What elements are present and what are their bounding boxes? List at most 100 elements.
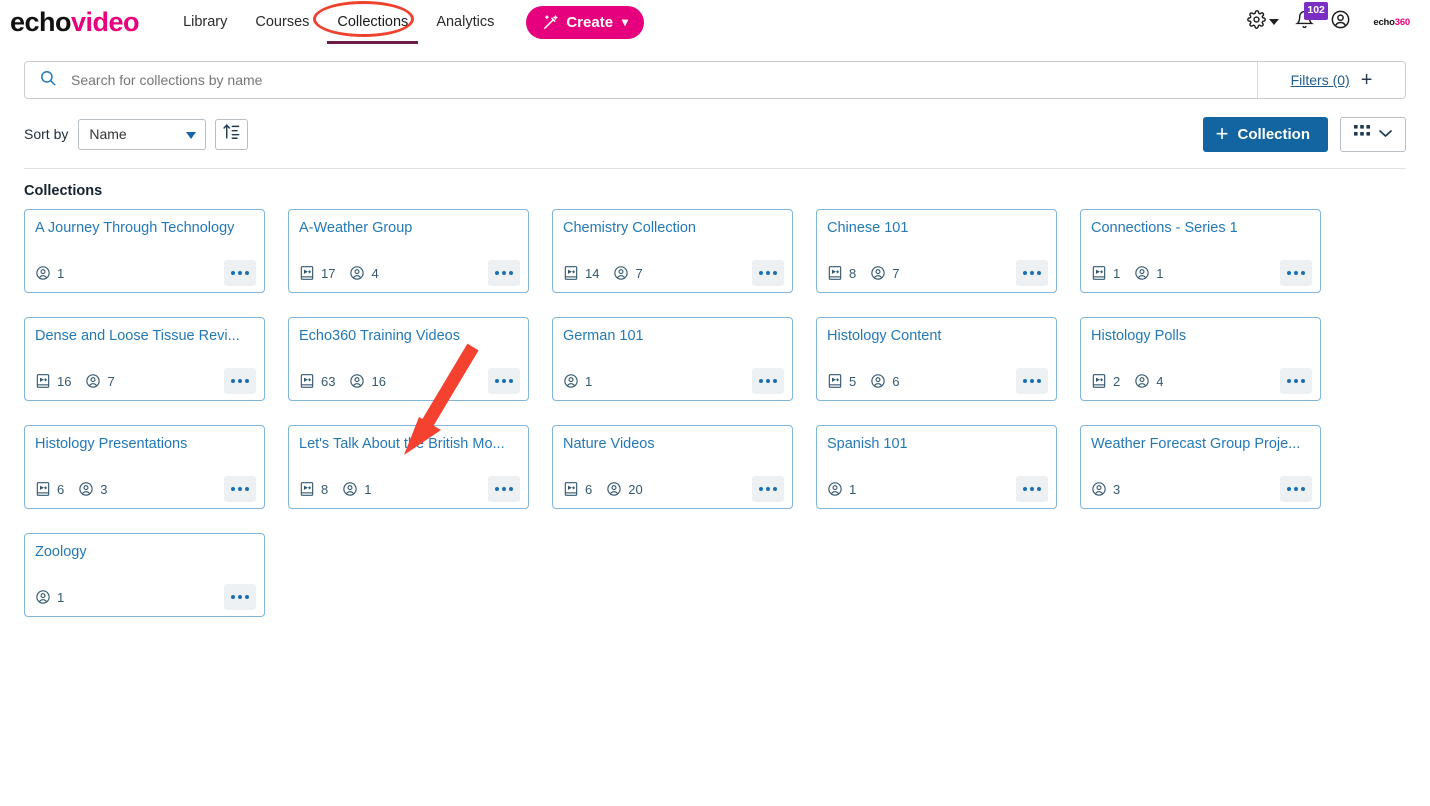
- collection-card-title[interactable]: Dense and Loose Tissue Revi...: [35, 328, 256, 345]
- collection-card[interactable]: Chinese 101 8 7: [816, 209, 1057, 293]
- media-icon: [35, 373, 51, 389]
- filters-label: Filters (0): [1290, 72, 1350, 88]
- people-count-value: 1: [57, 265, 65, 281]
- collection-card-more-button[interactable]: [224, 584, 256, 610]
- search-input[interactable]: [69, 71, 1243, 89]
- media-count-value: 16: [57, 373, 72, 389]
- collection-card-footer: 8 1: [299, 476, 520, 502]
- collection-card[interactable]: Let's Talk About the British Mo... 8 1: [288, 425, 529, 509]
- nav-item-collections[interactable]: Collections: [323, 8, 422, 44]
- media-icon: [827, 265, 843, 281]
- collection-card[interactable]: Dense and Loose Tissue Revi... 16 7: [24, 317, 265, 401]
- chevron-down-icon: [186, 131, 197, 139]
- collection-card[interactable]: Spanish 101 1: [816, 425, 1057, 509]
- people-count-value: 1: [364, 481, 372, 497]
- nav-item-analytics[interactable]: Analytics: [422, 8, 508, 36]
- person-icon: [349, 373, 365, 389]
- page-title: Collections: [24, 183, 103, 199]
- collection-card-title[interactable]: A Journey Through Technology: [35, 220, 256, 237]
- collection-card-more-button[interactable]: [1016, 260, 1048, 286]
- collection-card[interactable]: Histology Content 5 6: [816, 317, 1057, 401]
- collection-card-more-button[interactable]: [1016, 368, 1048, 394]
- media-count-value: 6: [585, 481, 593, 497]
- collection-card-more-button[interactable]: [488, 476, 520, 502]
- collection-card-more-button[interactable]: [1016, 476, 1048, 502]
- collection-card[interactable]: Histology Presentations 6 3: [24, 425, 265, 509]
- collection-card-title[interactable]: Chemistry Collection: [563, 220, 784, 237]
- people-count-stat: 6: [870, 373, 899, 389]
- media-count-stat: 63: [299, 373, 335, 389]
- collection-card-footer: 1: [563, 368, 784, 394]
- collection-card-more-button[interactable]: [488, 260, 520, 286]
- collection-card-footer: 63 16: [299, 368, 520, 394]
- nav-item-library[interactable]: Library: [169, 8, 241, 36]
- settings-menu-button[interactable]: [1247, 10, 1280, 34]
- collection-card-more-button[interactable]: [752, 260, 784, 286]
- chevron-down-icon: ▾: [622, 15, 629, 29]
- echovideo-logo[interactable]: echovideo: [10, 6, 140, 37]
- collection-card-title[interactable]: German 101: [563, 328, 784, 345]
- grid-view-icon: [1354, 124, 1372, 144]
- add-collection-button[interactable]: + Collection: [1202, 116, 1328, 152]
- collection-card-footer: 1: [35, 584, 256, 610]
- collection-card-more-button[interactable]: [224, 260, 256, 286]
- person-icon: [85, 373, 101, 389]
- collection-card-title[interactable]: Chinese 101: [827, 220, 1048, 237]
- notifications-button[interactable]: 102: [1295, 2, 1328, 34]
- collection-card[interactable]: A-Weather Group 17 4: [288, 209, 529, 293]
- collection-card[interactable]: Chemistry Collection 14 7: [552, 209, 793, 293]
- plus-icon: +: [1360, 69, 1373, 91]
- sort-direction-button[interactable]: [215, 118, 249, 150]
- collection-card[interactable]: German 101 1: [552, 317, 793, 401]
- collection-card[interactable]: Zoology 1: [24, 533, 265, 617]
- collection-card-more-button[interactable]: [224, 368, 256, 394]
- collection-card-footer: 8 7: [827, 260, 1048, 286]
- collection-card-title[interactable]: Echo360 Training Videos: [299, 328, 520, 345]
- people-count-value: 4: [1156, 373, 1164, 389]
- filters-button[interactable]: Filters (0) +: [1257, 62, 1405, 98]
- sort-by-select[interactable]: Name: [78, 118, 207, 150]
- collection-card[interactable]: A Journey Through Technology 1: [24, 209, 265, 293]
- collection-card-footer: 14 7: [563, 260, 784, 286]
- collection-card-title[interactable]: Zoology: [35, 544, 256, 561]
- media-count-value: 2: [1113, 373, 1121, 389]
- collection-card-title[interactable]: Histology Presentations: [35, 436, 256, 453]
- collection-card[interactable]: Histology Polls 2 4: [1080, 317, 1321, 401]
- media-count-stat: 8: [299, 481, 328, 497]
- collection-card-footer: 6 3: [35, 476, 256, 502]
- collection-card-more-button[interactable]: [1280, 260, 1312, 286]
- logo-video-text: video: [71, 6, 140, 37]
- collection-card-title[interactable]: Nature Videos: [563, 436, 784, 453]
- collection-card[interactable]: Weather Forecast Group Proje... 3: [1080, 425, 1321, 509]
- collection-card-title[interactable]: Weather Forecast Group Proje...: [1091, 436, 1312, 453]
- collection-card-title[interactable]: Let's Talk About the British Mo...: [299, 436, 520, 453]
- create-button[interactable]: Create ▾: [526, 5, 645, 39]
- nav-item-courses[interactable]: Courses: [241, 8, 323, 36]
- collection-card[interactable]: Connections - Series 1 1 1: [1080, 209, 1321, 293]
- collection-card-more-button[interactable]: [1280, 476, 1312, 502]
- collection-card-more-button[interactable]: [752, 476, 784, 502]
- view-mode-button[interactable]: [1340, 116, 1406, 152]
- collection-card-title[interactable]: Spanish 101: [827, 436, 1048, 453]
- media-count-value: 63: [321, 373, 336, 389]
- media-count-stat: 6: [35, 481, 64, 497]
- collection-card-footer: 6 20: [563, 476, 784, 502]
- media-count-stat: 8: [827, 265, 856, 281]
- person-icon: [1091, 481, 1107, 497]
- collection-card-title[interactable]: A-Weather Group: [299, 220, 520, 237]
- collection-card-more-button[interactable]: [488, 368, 520, 394]
- media-icon: [563, 481, 579, 497]
- media-count-value: 5: [849, 373, 857, 389]
- collection-card-more-button[interactable]: [752, 368, 784, 394]
- collection-card[interactable]: Nature Videos 6 20: [552, 425, 793, 509]
- list-toolbar: Sort by Name + Collection: [24, 116, 1406, 152]
- collection-card-more-button[interactable]: [1280, 368, 1312, 394]
- people-count-value: 3: [1113, 481, 1121, 497]
- person-icon: [613, 265, 629, 281]
- user-account-button[interactable]: [1330, 9, 1351, 35]
- collection-card-title[interactable]: Histology Polls: [1091, 328, 1312, 345]
- collection-card[interactable]: Echo360 Training Videos 63 16: [288, 317, 529, 401]
- collection-card-more-button[interactable]: [224, 476, 256, 502]
- collection-card-title[interactable]: Connections - Series 1: [1091, 220, 1312, 237]
- collection-card-title[interactable]: Histology Content: [827, 328, 1048, 345]
